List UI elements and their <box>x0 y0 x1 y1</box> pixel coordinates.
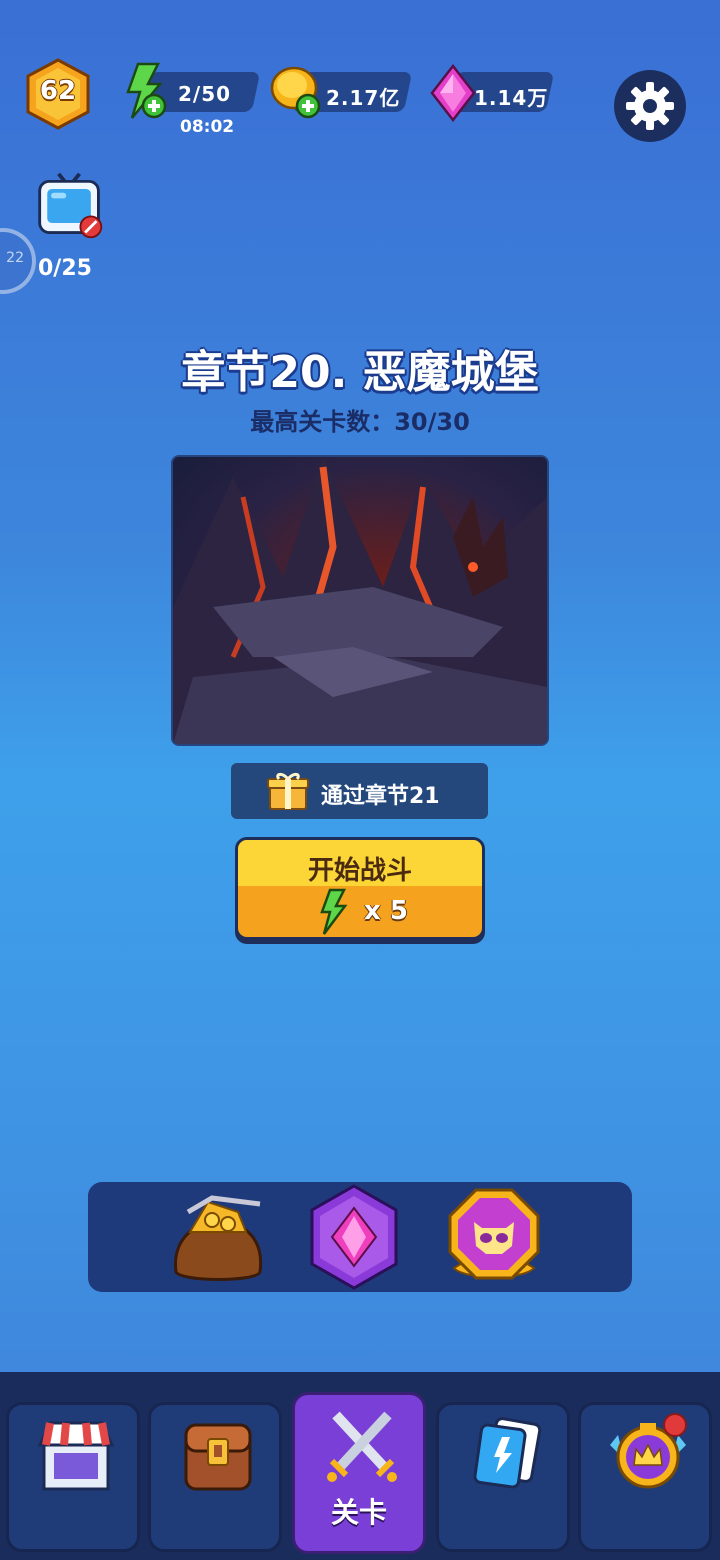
chapter-reward-banner[interactable]: 通过章节21 <box>231 763 488 819</box>
chapter-best-stage: 最高关卡数：30/30 <box>250 408 470 436</box>
lightning-icon <box>320 888 348 935</box>
start-battle-cost: x 5 <box>238 888 482 935</box>
player-level: 62 <box>39 76 77 106</box>
bottom-navigation: 关卡 <box>0 1372 720 1560</box>
gear-icon <box>626 82 674 130</box>
ad-reward-count: 0/25 <box>38 256 92 281</box>
energy-cost: x 5 <box>364 896 408 926</box>
chapter-reward-text: 通过章节21 <box>321 784 440 809</box>
shop-icon <box>37 1421 115 1491</box>
quick-access-panel <box>88 1182 632 1292</box>
backpack-icon <box>184 1423 252 1491</box>
energy-value: 2/50 <box>178 82 232 106</box>
gold-coin-plus-icon <box>270 66 321 119</box>
treasure-bag-icon <box>174 1195 263 1281</box>
notification-dot <box>663 1413 687 1437</box>
gem-value: 1.14万 <box>474 86 549 110</box>
crossed-swords-icon <box>327 1411 397 1482</box>
cards-icon <box>473 1417 542 1489</box>
energy-timer: 08:02 <box>180 117 235 137</box>
skull-badge-button[interactable] <box>444 1182 544 1292</box>
gem-shop-button[interactable] <box>304 1182 404 1292</box>
tv-icon[interactable] <box>36 170 104 242</box>
gem-shop-icon <box>310 1184 398 1290</box>
gift-box-icon <box>267 772 309 810</box>
demon-castle-image <box>173 457 547 744</box>
tab-ranking[interactable] <box>578 1402 712 1552</box>
tab-inventory[interactable] <box>148 1402 282 1552</box>
side-progress-indicator[interactable]: 22 <box>0 228 36 294</box>
tab-shop[interactable] <box>6 1402 140 1552</box>
treasure-bag-button[interactable] <box>168 1182 268 1292</box>
start-battle-button[interactable]: 开始战斗 x 5 <box>235 837 485 940</box>
player-level-badge[interactable]: 62 <box>24 58 92 130</box>
tab-stages[interactable]: 关卡 <box>292 1392 426 1554</box>
start-battle-label: 开始战斗 <box>307 856 412 886</box>
chapter-title: 章节20. 恶魔城堡 <box>181 347 539 398</box>
pink-gem-icon <box>430 64 476 122</box>
settings-button[interactable] <box>614 70 686 142</box>
side-indicator-text: 22 <box>6 250 24 266</box>
gold-value: 2.17亿 <box>326 86 401 110</box>
lightning-plus-icon <box>126 62 167 119</box>
tab-cards[interactable] <box>436 1402 570 1552</box>
skull-badge-icon <box>448 1188 540 1280</box>
tab-stages-label: 关卡 <box>330 1496 387 1529</box>
chapter-illustration[interactable] <box>173 457 547 744</box>
